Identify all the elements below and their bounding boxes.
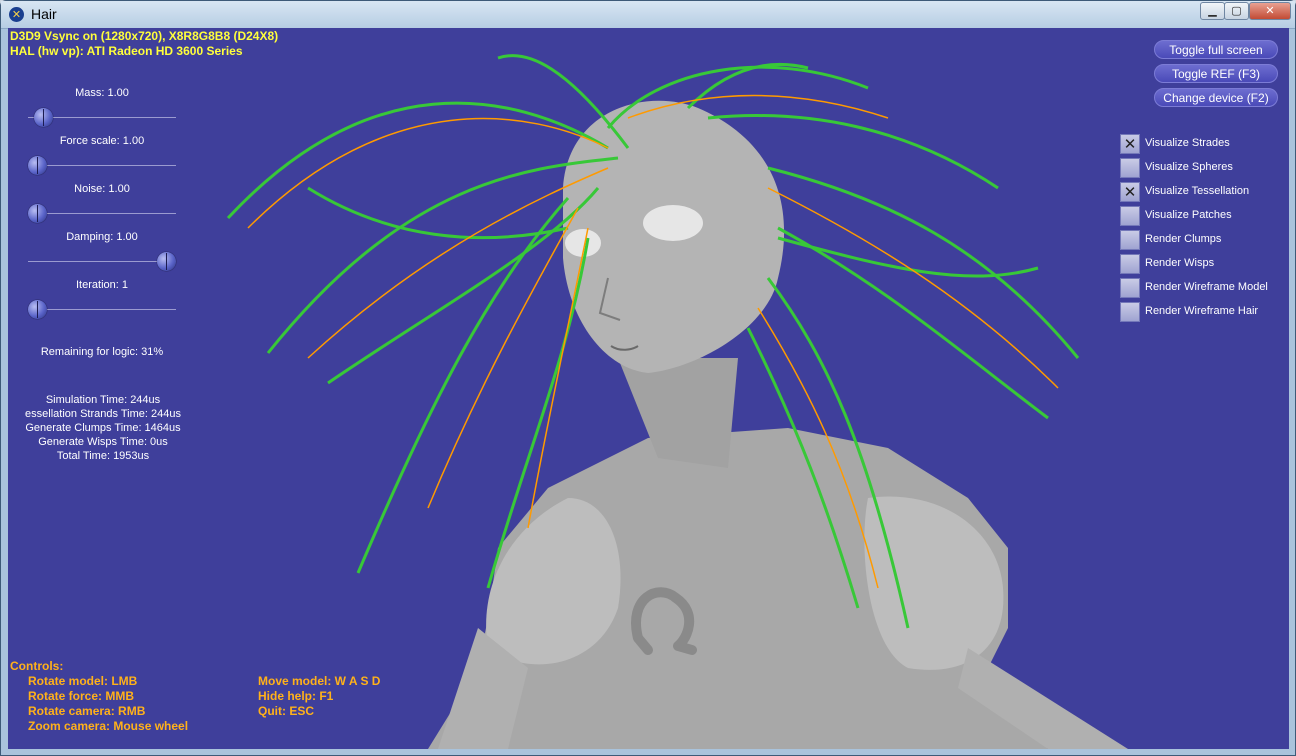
iteration-label: Iteration: 1 (76, 279, 128, 291)
mass-label: Mass: 1.00 (75, 87, 129, 99)
toggle-fullscreen-button[interactable]: Toggle full screen (1154, 40, 1278, 59)
checkbox-box[interactable] (1120, 158, 1140, 178)
damping-slider[interactable] (28, 252, 176, 272)
change-device-button[interactable]: Change device (F2) (1154, 88, 1278, 107)
device-info-line1: D3D9 Vsync on (1280x720), X8R8G8B8 (D24X… (10, 29, 279, 43)
tessellation-time: essellation Strands Time: 244us (25, 408, 181, 420)
hair-strand (767, 187, 1059, 389)
toggle-ref-button[interactable]: Toggle REF (F3) (1154, 64, 1278, 83)
close-button[interactable]: ✕ (1249, 2, 1291, 20)
device-info-line2: HAL (hw vp): ATI Radeon HD 3600 Series (10, 44, 243, 58)
total-time: Total Time: 1953us (56, 450, 150, 462)
noise-slider[interactable] (28, 204, 176, 224)
controls-item: Zoom camera: Mouse wheel (28, 719, 189, 733)
hair-strand (767, 166, 1080, 359)
checkbox-box[interactable]: ✕ (1120, 134, 1140, 154)
wisps-time: Generate Wisps Time: 0us (38, 436, 168, 448)
controls-heading: Controls: (10, 659, 64, 673)
slider-thumb[interactable] (157, 252, 176, 271)
hair-strand (307, 186, 569, 240)
hair-strand (777, 226, 1049, 420)
mass-slider[interactable] (28, 108, 176, 128)
controls-item: Move model: W A S D (258, 674, 381, 688)
simulation-time: Simulation Time: 244us (45, 394, 161, 406)
checkbox-box[interactable] (1120, 206, 1140, 226)
checkbox-box[interactable] (1120, 278, 1140, 298)
checkbox-box[interactable] (1120, 254, 1140, 274)
hair-strand (686, 62, 809, 110)
controls-item: Rotate force: MMB (28, 689, 135, 703)
noise-label: Noise: 1.00 (74, 183, 130, 195)
controls-item: Rotate model: LMB (28, 674, 138, 688)
right-eye (643, 205, 703, 241)
hair-strand (427, 207, 579, 509)
slider-thumb[interactable] (34, 108, 53, 127)
controls-item: Hide help: F1 (258, 689, 334, 703)
hair-scene (226, 54, 1128, 749)
slider-thumb[interactable] (28, 300, 47, 319)
iteration-slider[interactable] (28, 300, 176, 320)
controls-item: Rotate camera: RMB (28, 704, 146, 718)
clumps-time: Generate Clumps Time: 1464us (25, 422, 181, 434)
controls-item: Quit: ESC (258, 704, 314, 718)
slider-thumb[interactable] (28, 204, 47, 223)
force-scale-slider[interactable] (28, 156, 176, 176)
force-scale-label: Force scale: 1.00 (59, 135, 145, 147)
checkbox-box[interactable]: ✕ (1120, 182, 1140, 202)
app-icon: ✕ (9, 7, 24, 22)
hair-strand (777, 236, 1039, 278)
remaining-logic: Remaining for logic: 31% (40, 346, 164, 358)
title-bar[interactable]: ✕ Hair ▁ ▢ ✕ (1, 1, 1295, 29)
slider-thumb[interactable] (28, 156, 47, 175)
maximize-button[interactable]: ▢ (1224, 2, 1249, 20)
checkbox-box[interactable] (1120, 230, 1140, 250)
minimize-button[interactable]: ▁ (1200, 2, 1225, 20)
hair-strand (226, 101, 609, 220)
app-window: ✕ Hair ▁ ▢ ✕ D3D9 Vsync on (1280x720), X… (0, 0, 1296, 756)
render-viewport[interactable]: D3D9 Vsync on (1280x720), X8R8G8B8 (D24X… (8, 28, 1289, 749)
damping-label: Damping: 1.00 (66, 231, 138, 243)
checkbox-box[interactable] (1120, 302, 1140, 322)
window-title: Hair (31, 6, 57, 22)
